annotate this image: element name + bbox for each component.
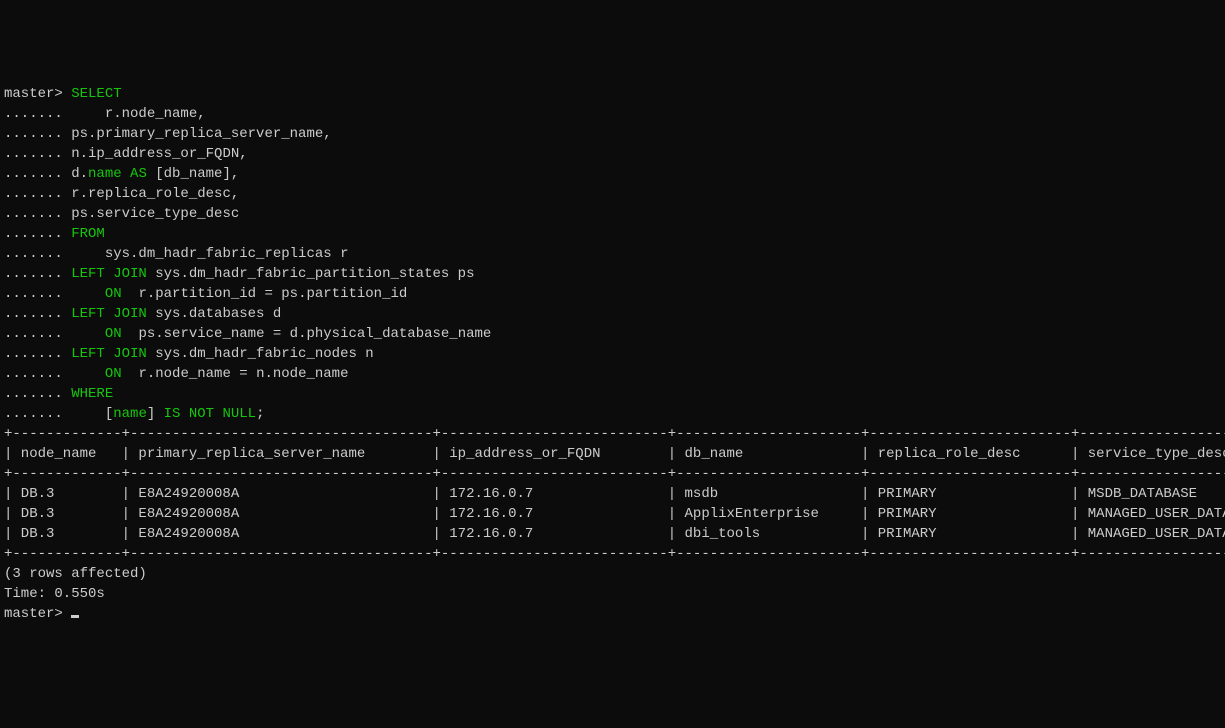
sql-join-table: sys.dm_hadr_fabric_nodes n <box>155 346 373 362</box>
cont-prompt: ....... <box>4 266 71 282</box>
sql-where: ] <box>147 406 164 422</box>
cont-prompt: ....... <box>4 166 71 182</box>
cursor-icon <box>71 615 79 618</box>
cont-prompt: ....... <box>4 306 71 322</box>
sql-keyword-leftjoin: LEFT JOIN <box>71 266 155 282</box>
sql-col: [db_name], <box>155 166 239 182</box>
table-border: +-------------+-------------------------… <box>4 426 1225 442</box>
sql-keyword-select: SELECT <box>71 86 121 102</box>
cont-prompt: ....... <box>4 366 71 382</box>
prompt: master> <box>4 86 71 102</box>
sql-col: d. <box>71 166 88 182</box>
sql-col: n.ip_address_or_FQDN, <box>71 146 247 162</box>
cont-prompt: ....... <box>4 146 71 162</box>
cont-prompt: ....... <box>4 126 71 142</box>
sql-ident-name: name <box>113 406 147 422</box>
cont-prompt: ....... <box>4 106 71 122</box>
sql-col: ps.service_type_desc <box>71 206 239 222</box>
cont-prompt: ....... <box>4 346 71 362</box>
sql-from-table: sys.dm_hadr_fabric_replicas r <box>71 246 348 262</box>
cont-prompt: ....... <box>4 406 71 422</box>
table-row: | DB.3 | E8A24920008A | 172.16.0.7 | App… <box>4 506 1225 522</box>
sql-keyword-where: WHERE <box>71 386 113 402</box>
elapsed-time: Time: 0.550s <box>4 586 105 602</box>
sql-join-table: sys.dm_hadr_fabric_partition_states ps <box>155 266 474 282</box>
prompt: master> <box>4 606 71 622</box>
cont-prompt: ....... <box>4 206 71 222</box>
table-border: +-------------+-------------------------… <box>4 546 1225 562</box>
sql-keyword-leftjoin: LEFT JOIN <box>71 346 155 362</box>
terminal[interactable]: master> SELECT ....... r.node_name, ....… <box>4 84 1221 624</box>
cont-prompt: ....... <box>4 246 71 262</box>
sql-keyword-as: AS <box>122 166 156 182</box>
sql-col: ps.primary_replica_server_name, <box>71 126 331 142</box>
sql-on-cond: ps.service_name = d.physical_database_na… <box>122 326 492 342</box>
cont-prompt: ....... <box>4 326 71 342</box>
sql-keyword-on: ON <box>105 286 122 302</box>
sql-join-table: sys.databases d <box>155 306 281 322</box>
sql-col: r.node_name, <box>71 106 205 122</box>
sql-keyword-isnotnull: IS NOT NULL <box>164 406 256 422</box>
sql-ident-name: name <box>88 166 122 182</box>
sql-keyword-from: FROM <box>71 226 105 242</box>
cont-prompt: ....... <box>4 386 71 402</box>
table-row: | DB.3 | E8A24920008A | 172.16.0.7 | msd… <box>4 486 1225 502</box>
table-border: +-------------+-------------------------… <box>4 466 1225 482</box>
sql-keyword-leftjoin: LEFT JOIN <box>71 306 155 322</box>
sql-where: [ <box>71 406 113 422</box>
sql-on-cond: r.partition_id = ps.partition_id <box>122 286 408 302</box>
sql-col: r.replica_role_desc, <box>71 186 239 202</box>
sql-semi: ; <box>256 406 264 422</box>
cont-prompt: ....... <box>4 186 71 202</box>
cont-prompt: ....... <box>4 226 71 242</box>
table-header-row: | node_name | primary_replica_server_nam… <box>4 446 1225 462</box>
table-row: | DB.3 | E8A24920008A | 172.16.0.7 | dbi… <box>4 526 1225 542</box>
sql-keyword-on: ON <box>105 326 122 342</box>
cont-prompt: ....... <box>4 286 71 302</box>
sql-keyword-on: ON <box>105 366 122 382</box>
sql-on-cond: r.node_name = n.node_name <box>122 366 349 382</box>
rows-affected: (3 rows affected) <box>4 566 147 582</box>
